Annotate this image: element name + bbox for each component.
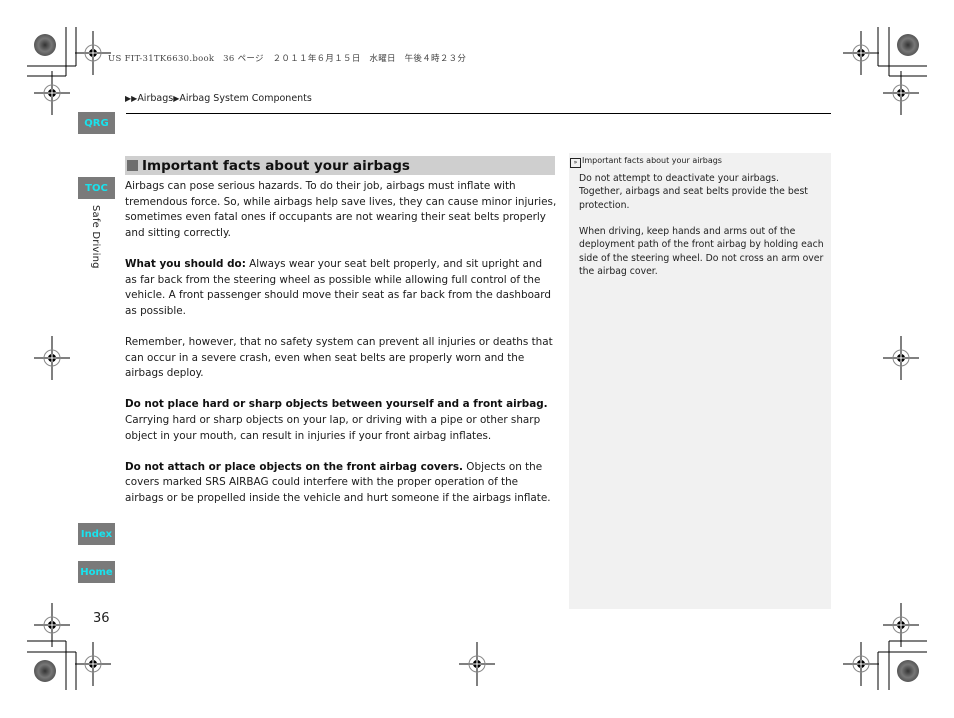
breadcrumb-item-airbags[interactable]: Airbags xyxy=(137,93,173,104)
qrg-button[interactable]: QRG xyxy=(78,112,115,134)
sidebar-title[interactable]: » Important facts about your airbags xyxy=(570,156,722,168)
registration-mark xyxy=(882,70,920,116)
chapter-label: Safe Driving xyxy=(90,205,101,269)
crop-mark-top-left xyxy=(27,27,77,77)
heading-square-icon xyxy=(127,160,138,171)
sidebar-paragraph: When driving, keep hands and arms out of… xyxy=(579,226,824,278)
paragraph: Remember, however, that no safety system… xyxy=(125,335,553,380)
paragraph: Do not place hard or sharp objects betwe… xyxy=(125,398,548,442)
header-divider xyxy=(126,113,831,114)
breadcrumb-arrow-icon: ▶▶ xyxy=(125,94,138,103)
registration-mark xyxy=(33,335,71,381)
registration-mark xyxy=(74,30,112,76)
page-number: 36 xyxy=(93,611,110,626)
sidebar-body: Do not attempt to deactivate your airbag… xyxy=(579,172,825,292)
paragraph: Airbags can pose serious hazards. To do … xyxy=(125,180,557,239)
crop-mark-bottom-left xyxy=(27,640,77,690)
breadcrumb: ▶▶Airbags▶Airbag System Components xyxy=(125,93,312,104)
toc-button[interactable]: TOC xyxy=(78,177,115,199)
crop-mark-bottom-right xyxy=(877,640,927,690)
section-heading: Important facts about your airbags xyxy=(125,156,555,175)
registration-mark xyxy=(458,641,496,687)
registration-mark xyxy=(33,70,71,116)
paragraph: What you should do: Always wear your sea… xyxy=(125,257,551,317)
print-header: US FIT-31TK6630.book 36 ページ ２０１１年６月１５日 水… xyxy=(108,54,467,64)
registration-mark xyxy=(882,335,920,381)
paragraph: Do not attach or place objects on the fr… xyxy=(125,460,551,504)
sidebar-paragraph: Do not attempt to deactivate your airbag… xyxy=(579,173,808,211)
registration-mark xyxy=(74,641,112,687)
registration-mark xyxy=(842,30,880,76)
registration-mark xyxy=(33,602,71,648)
crop-mark-top-right xyxy=(877,27,927,77)
index-button[interactable]: Index xyxy=(78,523,115,545)
home-button[interactable]: Home xyxy=(78,561,115,583)
registration-mark xyxy=(842,641,880,687)
breadcrumb-item-current: Airbag System Components xyxy=(179,93,312,104)
registration-mark xyxy=(882,602,920,648)
double-chevron-icon: » xyxy=(570,158,581,168)
main-body: Airbags can pose serious hazards. To do … xyxy=(125,179,557,522)
section-title: Important facts about your airbags xyxy=(142,157,410,174)
